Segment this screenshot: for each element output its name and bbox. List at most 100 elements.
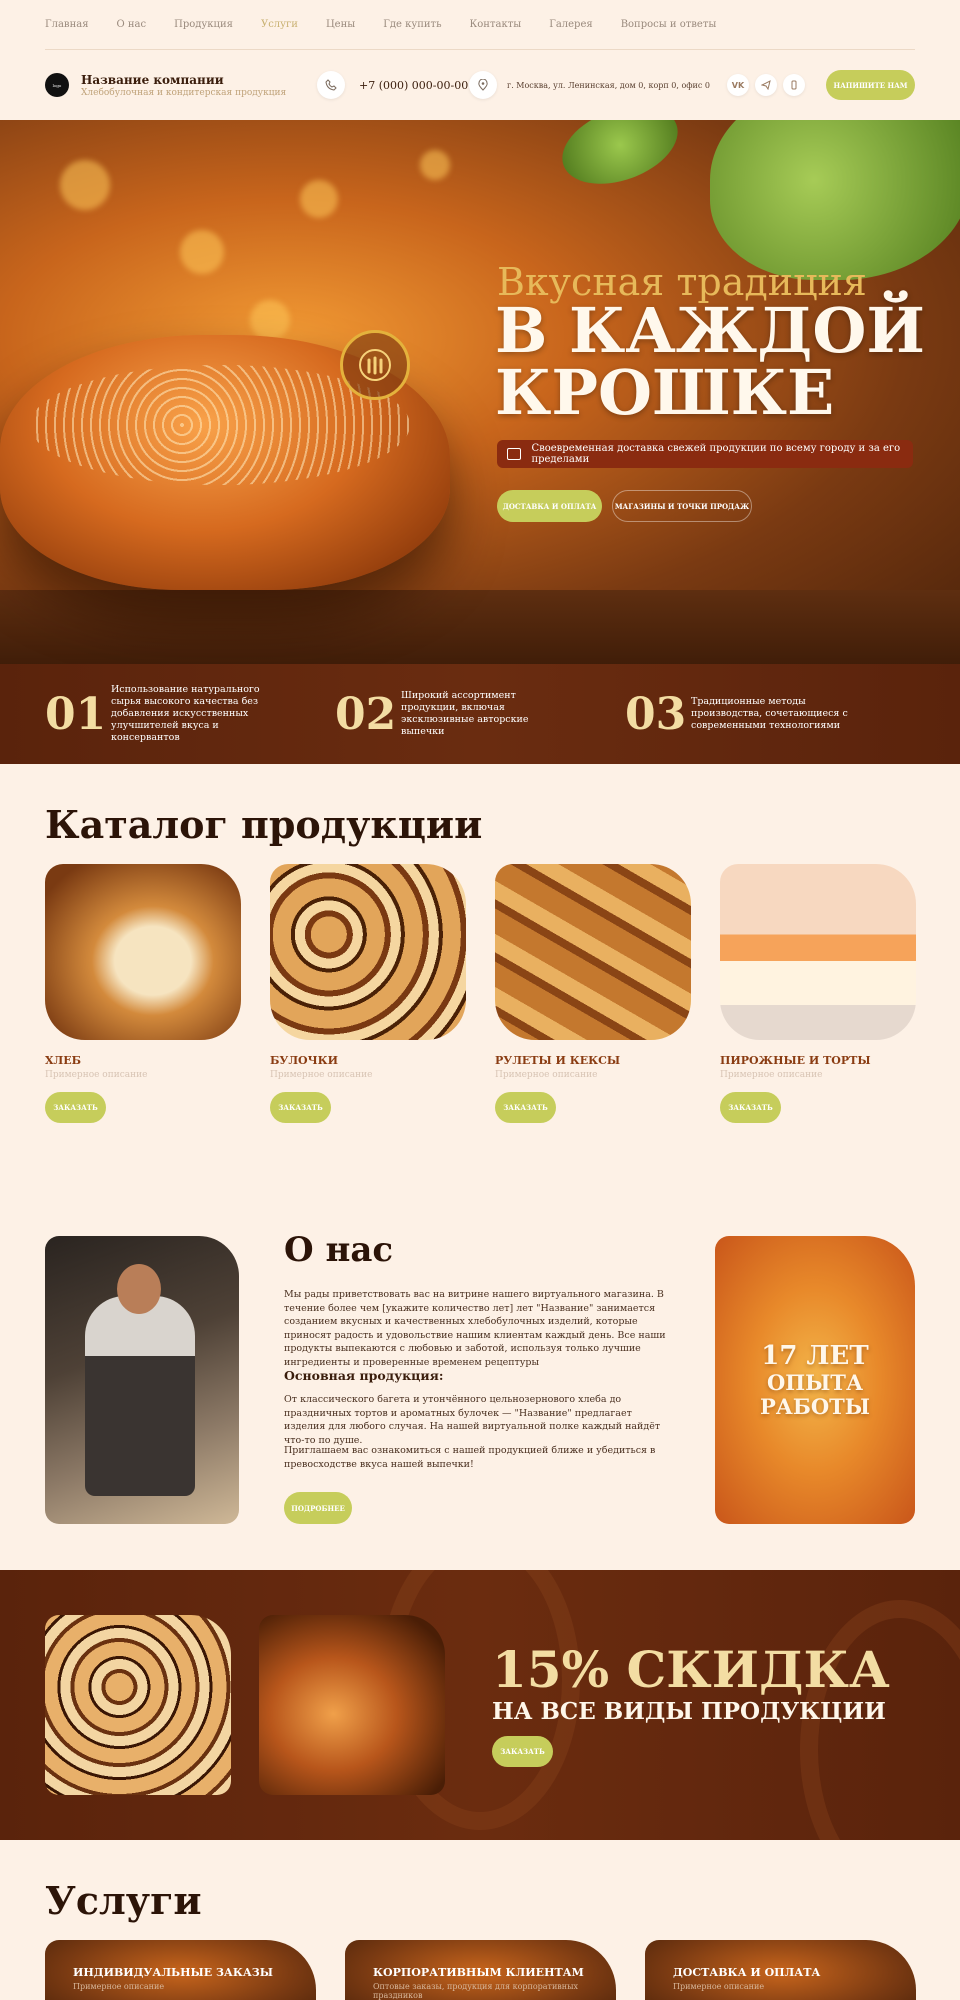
services-grid: ИНДИВИДУАЛЬНЫЕ ЗАКАЗЫ Примерное описание…	[45, 1940, 916, 2000]
product-description: Примерное описание	[270, 1070, 373, 1080]
product-name[interactable]: РУЛЕТЫ И КЕКСЫ	[495, 1054, 691, 1067]
product-card: БУЛОЧКИ Примерное описание ЗАКАЗАТЬ	[270, 864, 466, 1123]
about-products-text: От классического багета и утончённого це…	[284, 1394, 661, 1446]
chef-photo	[45, 1236, 239, 1524]
phone-icon	[317, 71, 345, 99]
company-logo[interactable]: logo	[45, 73, 69, 97]
experience-label: ОПЫТА	[766, 1370, 864, 1395]
buns-image	[259, 1615, 445, 1795]
address-block: г. Москва, ул. Ленинская, дом 0, корп 0,…	[469, 71, 710, 99]
feature-item: 01 Использование натурального сырья высо…	[45, 684, 335, 744]
about-title: О нас	[284, 1230, 394, 1270]
product-name[interactable]: БУЛОЧКИ	[270, 1054, 466, 1067]
truck-icon	[507, 448, 522, 460]
wooden-board	[0, 590, 960, 664]
write-us-button[interactable]: НАПИШИТЕ НАМ	[826, 70, 915, 100]
chef-figure	[85, 1296, 195, 1496]
pastry-tray-image	[45, 1615, 231, 1795]
feature-item: 02 Широкий ассортимент продукции, включа…	[335, 689, 625, 740]
about-subtitle: Основная продукция:	[284, 1368, 444, 1383]
about-intro-text: Мы рады приветствовать вас на витрине на…	[284, 1289, 666, 1368]
phone-block: +7 (000) 000-00-00	[317, 71, 468, 99]
promo-order-button[interactable]: ЗАКАЗАТЬ	[492, 1736, 553, 1767]
bread-product-image[interactable]	[45, 864, 241, 1040]
delivery-badge: Своевременная доставка свежей продукции …	[497, 440, 913, 468]
order-button[interactable]: ЗАКАЗАТЬ	[720, 1092, 781, 1123]
site-header: logo Название компании Хлебобулочная и к…	[45, 50, 915, 120]
company-tagline: Хлебобулочная и кондитерская продукция	[81, 87, 287, 98]
service-name: ДОСТАВКА И ОПЛАТА	[673, 1966, 821, 1979]
company-name: Название компании	[81, 72, 224, 87]
nav-item-faq[interactable]: Вопросы и ответы	[621, 19, 717, 30]
catalog-title: Каталог продукции	[45, 802, 483, 847]
product-name[interactable]: ХЛЕБ	[45, 1054, 241, 1067]
nav-item-where-to-buy[interactable]: Где купить	[383, 19, 441, 30]
experience-years: 17 ЛЕТ	[761, 1341, 869, 1371]
company-info: Название компании Хлебобулочная и кондит…	[81, 73, 286, 98]
feature-text: Широкий ассортимент продукции, включая э…	[401, 690, 529, 737]
service-card[interactable]: ДОСТАВКА И ОПЛАТА Примерное описание	[645, 1940, 916, 2000]
phone-number[interactable]: +7 (000) 000-00-00	[359, 79, 468, 92]
product-description: Примерное описание	[720, 1070, 823, 1080]
feature-item: 03 Традиционные методы производства, соч…	[625, 689, 915, 740]
address-text: г. Москва, ул. Ленинская, дом 0, корп 0,…	[507, 80, 710, 90]
location-pin-icon	[469, 71, 497, 99]
bokeh-light	[180, 230, 224, 274]
rolls-product-image[interactable]	[495, 864, 691, 1040]
vk-icon[interactable]: VK	[727, 74, 749, 96]
nav-item-prices[interactable]: Цены	[326, 19, 355, 30]
service-card[interactable]: КОРПОРАТИВНЫМ КЛИЕНТАМ Оптовые заказы, п…	[345, 1940, 616, 2000]
top-nav: Главная О нас Продукция Услуги Цены Где …	[45, 0, 915, 50]
product-card: ХЛЕБ Примерное описание ЗАКАЗАТЬ	[45, 864, 241, 1123]
hero-banner: Вкусная традиция В КАЖДОЙ КРОШКЕ Своевре…	[0, 120, 960, 664]
promo-banner: 15% СКИДКА НА ВСЕ ВИДЫ ПРОДУКЦИИ ЗАКАЗАТ…	[0, 1570, 960, 1840]
feature-number: 01	[45, 688, 107, 740]
mobile-phone-icon[interactable]	[783, 74, 805, 96]
service-description: Примерное описание	[673, 1982, 765, 1991]
feature-text: Использование натурального сырья высоког…	[111, 684, 260, 743]
service-description: Примерное описание	[73, 1982, 165, 1991]
order-button[interactable]: ЗАКАЗАТЬ	[495, 1092, 556, 1123]
order-button[interactable]: ЗАКАЗАТЬ	[270, 1092, 331, 1123]
order-button[interactable]: ЗАКАЗАТЬ	[45, 1092, 106, 1123]
nav-item-products[interactable]: Продукция	[174, 19, 233, 30]
service-description: Оптовые заказы, продукция для корпоратив…	[373, 1982, 579, 2000]
feature-number: 02	[335, 688, 397, 740]
about-invite-text: Приглашаем вас ознакомиться с нашей прод…	[284, 1445, 656, 1470]
more-button[interactable]: ПОДРОБНЕЕ	[284, 1492, 352, 1524]
product-name[interactable]: ПИРОЖНЫЕ И ТОРТЫ	[720, 1054, 916, 1067]
experience-badge: 17 ЛЕТ ОПЫТА РАБОТЫ	[715, 1236, 915, 1524]
catalog-grid: ХЛЕБ Примерное описание ЗАКАЗАТЬ БУЛОЧКИ…	[45, 864, 916, 1123]
service-name: КОРПОРАТИВНЫМ КЛИЕНТАМ	[373, 1966, 584, 1979]
telegram-icon[interactable]	[755, 74, 777, 96]
nav-item-about[interactable]: О нас	[117, 19, 147, 30]
social-links: VK	[727, 74, 805, 96]
stores-button[interactable]: МАГАЗИНЫ И ТОЧКИ ПРОДАЖ	[612, 490, 752, 522]
hero-title: В КАЖДОЙ КРОШКЕ	[495, 294, 925, 429]
wheat-emblem-icon	[340, 330, 410, 400]
bokeh-light	[250, 300, 290, 340]
promo-title: 15% СКИДКА	[492, 1640, 890, 1699]
feature-number: 03	[625, 688, 687, 740]
nav-item-home[interactable]: Главная	[45, 19, 89, 30]
nav-item-services[interactable]: Услуги	[261, 19, 298, 30]
product-card: РУЛЕТЫ И КЕКСЫ Примерное описание ЗАКАЗА…	[495, 864, 691, 1123]
delivery-text: Своевременная доставка свежей продукции …	[531, 443, 901, 465]
cakes-product-image[interactable]	[720, 864, 916, 1040]
feature-text: Традиционные методы производства, сочета…	[691, 696, 848, 731]
bokeh-light	[60, 160, 110, 210]
services-title: Услуги	[45, 1878, 202, 1923]
nav-item-gallery[interactable]: Галерея	[549, 19, 592, 30]
delivery-payment-button[interactable]: ДОСТАВКА И ОПЛАТА	[497, 490, 602, 522]
promo-subtitle: НА ВСЕ ВИДЫ ПРОДУКЦИИ	[492, 1698, 886, 1725]
product-card: ПИРОЖНЫЕ И ТОРТЫ Примерное описание ЗАКА…	[720, 864, 916, 1123]
bokeh-light	[420, 150, 450, 180]
service-card[interactable]: ИНДИВИДУАЛЬНЫЕ ЗАКАЗЫ Примерное описание	[45, 1940, 316, 2000]
product-description: Примерное описание	[495, 1070, 598, 1080]
buns-product-image[interactable]	[270, 864, 466, 1040]
chef-head	[117, 1264, 161, 1314]
service-name: ИНДИВИДУАЛЬНЫЕ ЗАКАЗЫ	[73, 1966, 273, 1979]
nav-item-contacts[interactable]: Контакты	[470, 19, 522, 30]
bokeh-light	[300, 180, 338, 218]
decorative-leaf	[710, 120, 960, 280]
